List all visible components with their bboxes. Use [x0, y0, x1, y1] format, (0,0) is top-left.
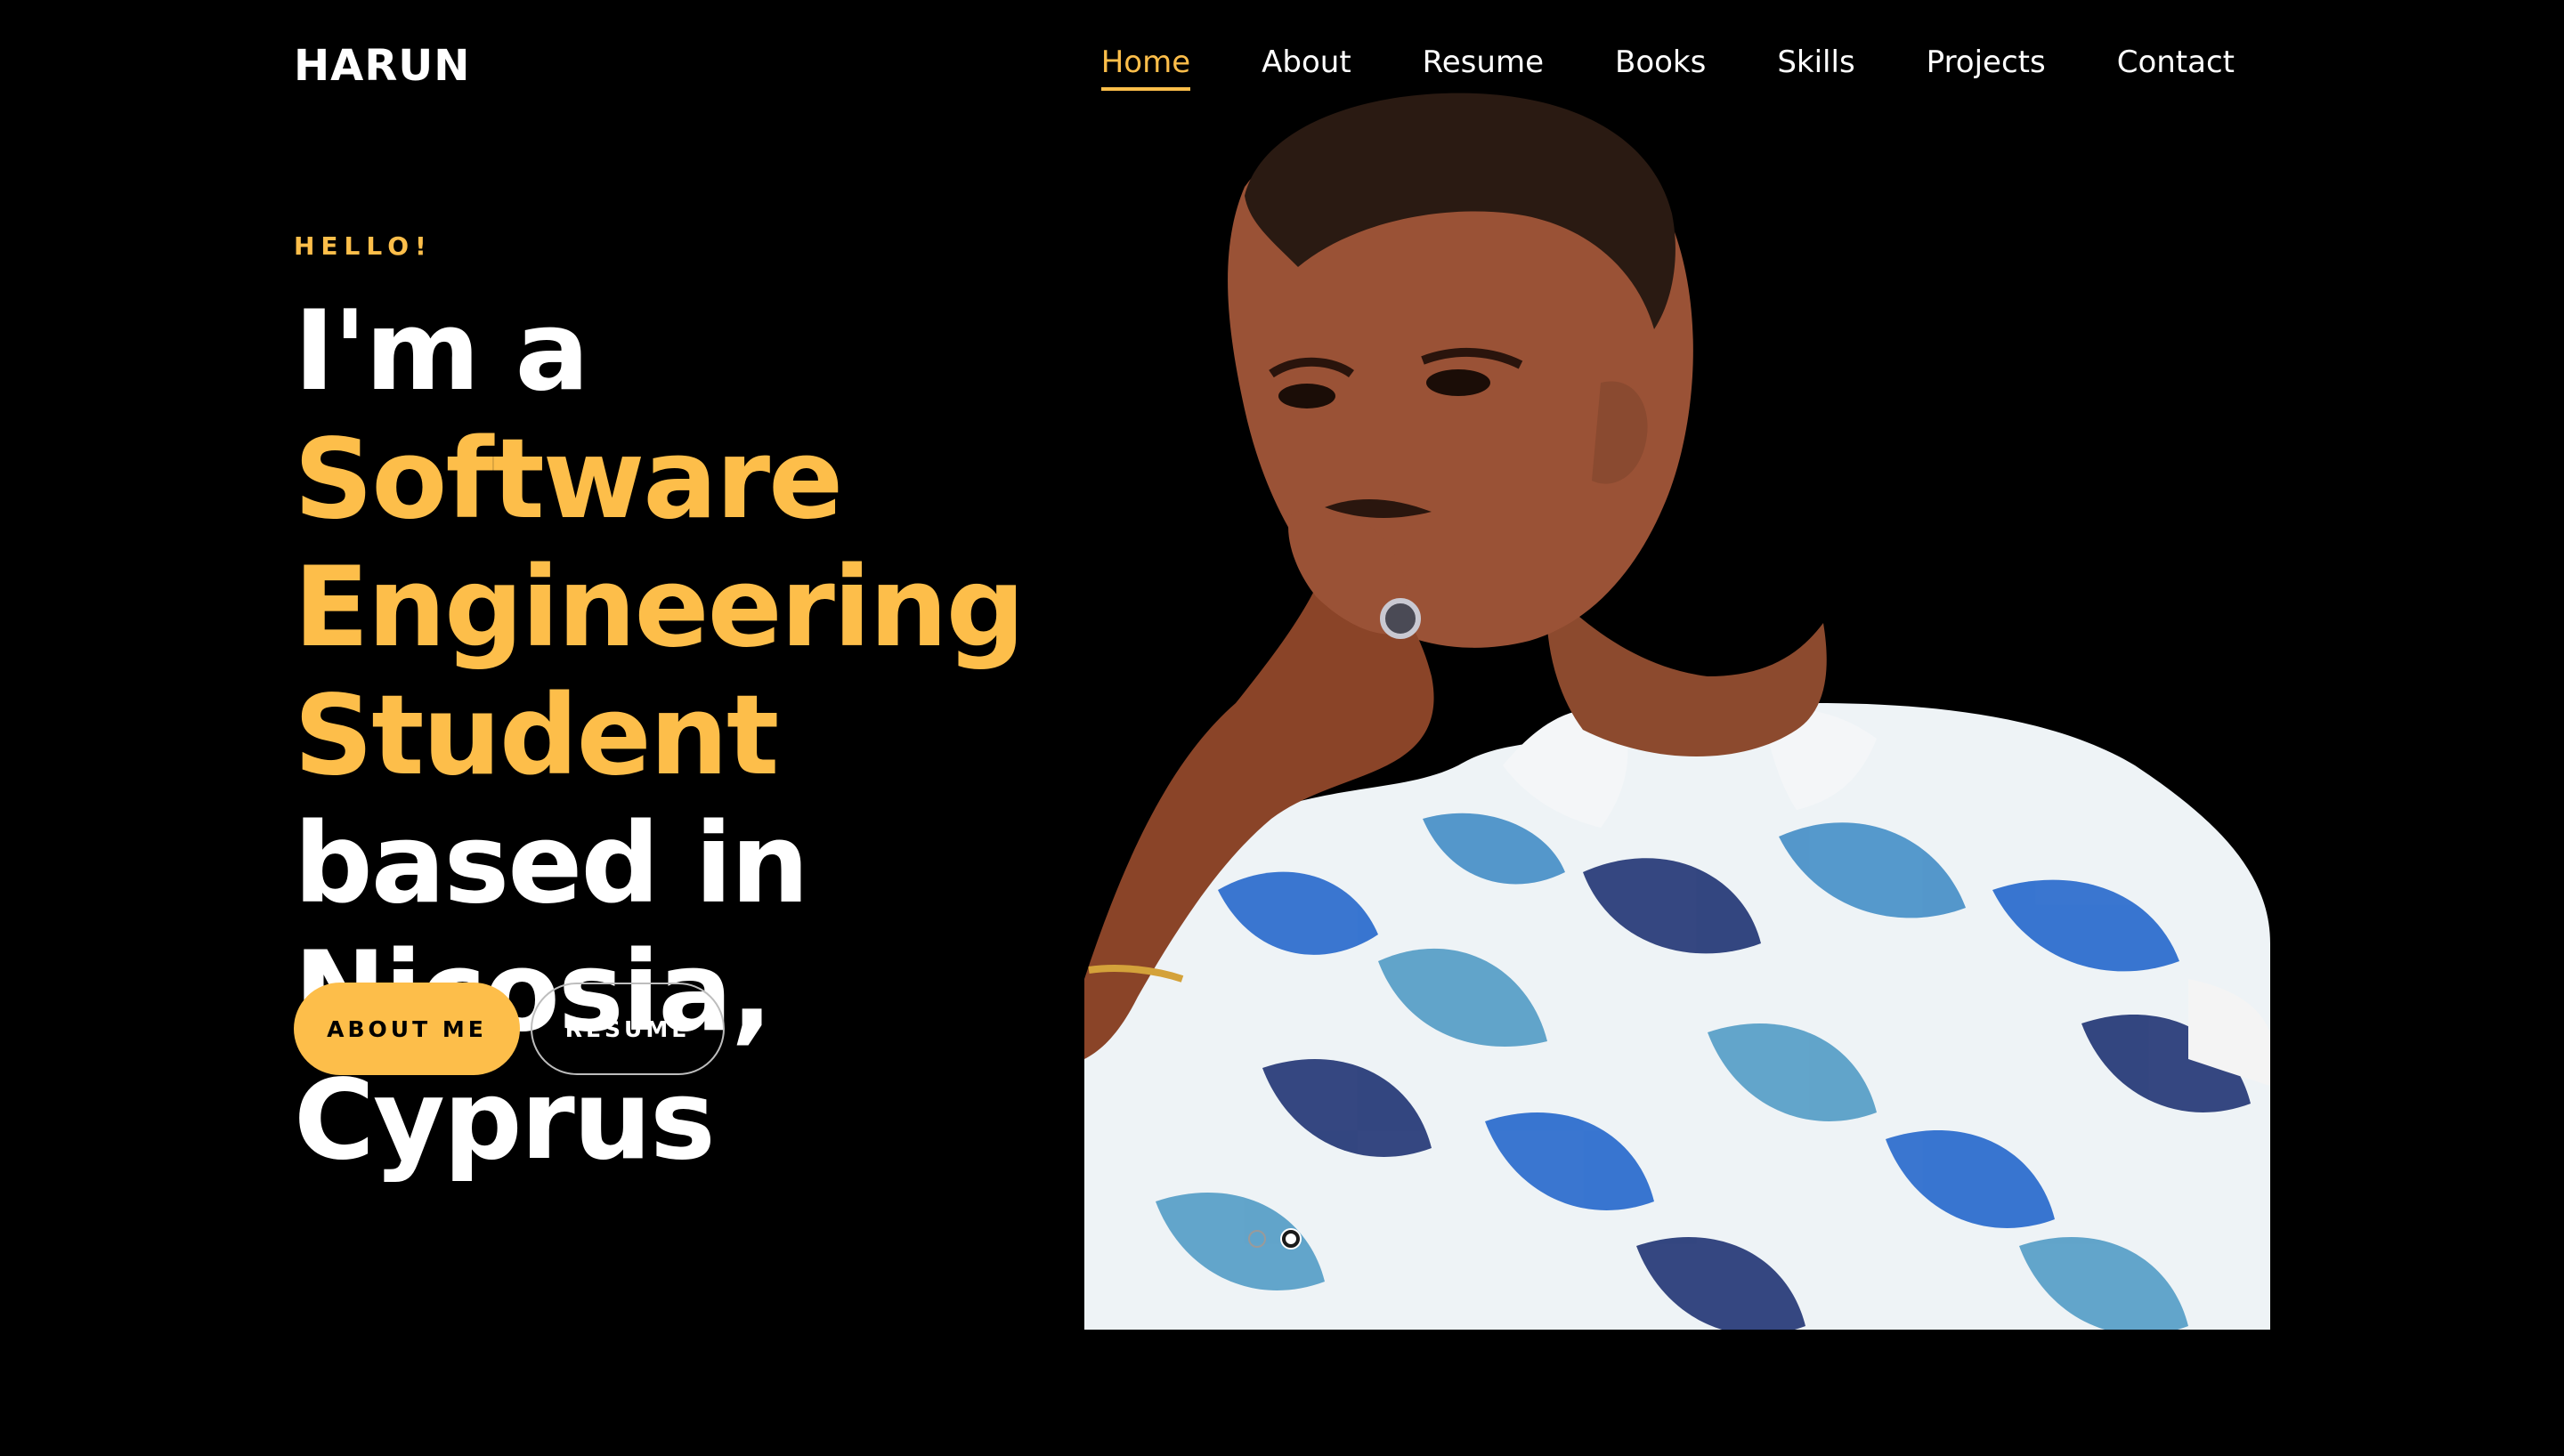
- slider-dots: [1248, 1230, 1300, 1248]
- slider-dot-2[interactable]: [1282, 1230, 1300, 1248]
- resume-button[interactable]: RESUME: [531, 983, 725, 1075]
- nav-item-books[interactable]: Books: [1615, 44, 1706, 89]
- main-nav: Home About Resume Books Skills Projects …: [1100, 44, 2235, 91]
- nav-item-resume[interactable]: Resume: [1423, 44, 1544, 89]
- slider-dot-1[interactable]: [1248, 1230, 1266, 1248]
- hero-portrait-image: [1084, 93, 2270, 1330]
- nav-item-home[interactable]: Home: [1100, 44, 1191, 91]
- hero-greeting: HELLO!: [294, 231, 433, 261]
- brand-logo[interactable]: HARUN: [294, 41, 470, 91]
- headline-accent: Software Engineering Student: [294, 416, 1025, 800]
- hero-buttons: ABOUT ME RESUME: [294, 983, 725, 1075]
- nav-item-projects[interactable]: Projects: [1927, 44, 2046, 89]
- headline-part-intro: I'm a: [294, 287, 589, 416]
- nav-item-contact[interactable]: Contact: [2117, 44, 2235, 89]
- nav-item-about[interactable]: About: [1262, 44, 1351, 89]
- about-me-button[interactable]: ABOUT ME: [294, 983, 520, 1075]
- nav-item-skills[interactable]: Skills: [1777, 44, 1854, 89]
